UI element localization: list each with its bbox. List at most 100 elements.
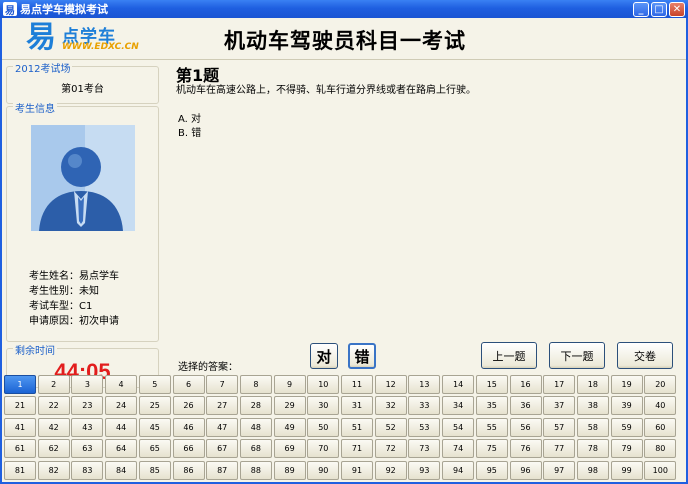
question-cell-47[interactable]: 47: [206, 417, 239, 437]
question-cell-83[interactable]: 83: [71, 460, 104, 480]
question-cell-45[interactable]: 45: [138, 417, 171, 437]
question-cell-69[interactable]: 69: [273, 439, 306, 459]
question-cell-9[interactable]: 9: [273, 375, 306, 394]
question-cell-73[interactable]: 73: [408, 439, 441, 459]
answer-false-button[interactable]: 错: [348, 343, 376, 369]
question-cell-99[interactable]: 99: [610, 460, 643, 480]
question-cell-50[interactable]: 50: [307, 417, 340, 437]
question-cell-71[interactable]: 71: [341, 439, 373, 459]
question-cell-98[interactable]: 98: [576, 460, 609, 480]
question-cell-58[interactable]: 58: [576, 417, 609, 437]
question-cell-55[interactable]: 55: [475, 417, 508, 437]
question-cell-95[interactable]: 95: [475, 460, 508, 480]
question-cell-14[interactable]: 14: [442, 375, 475, 394]
question-cell-46[interactable]: 46: [172, 417, 205, 437]
question-cell-90[interactable]: 90: [307, 460, 340, 480]
question-cell-88[interactable]: 88: [239, 460, 272, 480]
question-cell-74[interactable]: 74: [442, 439, 475, 459]
answer-true-button[interactable]: 对: [310, 343, 338, 369]
question-cell-56[interactable]: 56: [509, 417, 542, 437]
question-cell-67[interactable]: 67: [206, 439, 239, 459]
question-cell-87[interactable]: 87: [206, 460, 239, 480]
question-cell-77[interactable]: 77: [543, 439, 576, 459]
question-cell-54[interactable]: 54: [442, 417, 475, 437]
question-cell-92[interactable]: 92: [374, 460, 407, 480]
question-cell-26[interactable]: 26: [172, 396, 205, 416]
question-cell-35[interactable]: 35: [475, 396, 508, 416]
minimize-button[interactable]: _: [633, 1, 649, 17]
question-cell-13[interactable]: 13: [408, 375, 441, 394]
question-cell-33[interactable]: 33: [408, 396, 441, 416]
question-cell-76[interactable]: 76: [509, 439, 542, 459]
question-cell-53[interactable]: 53: [408, 417, 441, 437]
question-cell-30[interactable]: 30: [307, 396, 340, 416]
question-cell-57[interactable]: 57: [543, 417, 576, 437]
question-cell-31[interactable]: 31: [341, 396, 373, 416]
question-cell-84[interactable]: 84: [105, 460, 138, 480]
question-cell-15[interactable]: 15: [475, 375, 508, 394]
question-cell-97[interactable]: 97: [543, 460, 576, 480]
question-cell-17[interactable]: 17: [543, 375, 576, 394]
question-cell-94[interactable]: 94: [442, 460, 475, 480]
close-button[interactable]: ✕: [669, 1, 685, 17]
question-cell-39[interactable]: 39: [610, 396, 643, 416]
question-cell-96[interactable]: 96: [509, 460, 542, 480]
question-cell-93[interactable]: 93: [408, 460, 441, 480]
question-cell-20[interactable]: 20: [644, 375, 677, 394]
question-cell-10[interactable]: 10: [307, 375, 340, 394]
question-cell-34[interactable]: 34: [442, 396, 475, 416]
question-cell-61[interactable]: 61: [4, 439, 36, 459]
question-cell-2[interactable]: 2: [37, 375, 70, 394]
question-cell-19[interactable]: 19: [610, 375, 643, 394]
question-cell-36[interactable]: 36: [509, 396, 542, 416]
question-cell-4[interactable]: 4: [105, 375, 138, 394]
question-cell-80[interactable]: 80: [644, 439, 677, 459]
question-cell-85[interactable]: 85: [138, 460, 171, 480]
question-cell-43[interactable]: 43: [71, 417, 104, 437]
question-cell-28[interactable]: 28: [239, 396, 272, 416]
question-cell-24[interactable]: 24: [105, 396, 138, 416]
question-cell-78[interactable]: 78: [576, 439, 609, 459]
question-cell-81[interactable]: 81: [4, 460, 36, 480]
question-cell-89[interactable]: 89: [273, 460, 306, 480]
question-cell-63[interactable]: 63: [71, 439, 104, 459]
question-cell-60[interactable]: 60: [644, 417, 677, 437]
question-cell-32[interactable]: 32: [374, 396, 407, 416]
question-cell-38[interactable]: 38: [576, 396, 609, 416]
question-cell-1[interactable]: 1: [4, 375, 36, 394]
question-cell-86[interactable]: 86: [172, 460, 205, 480]
question-cell-51[interactable]: 51: [341, 417, 373, 437]
question-cell-7[interactable]: 7: [206, 375, 239, 394]
question-cell-18[interactable]: 18: [576, 375, 609, 394]
question-cell-42[interactable]: 42: [37, 417, 70, 437]
question-cell-44[interactable]: 44: [105, 417, 138, 437]
question-cell-37[interactable]: 37: [543, 396, 576, 416]
question-cell-8[interactable]: 8: [239, 375, 272, 394]
question-cell-70[interactable]: 70: [307, 439, 340, 459]
submit-exam-button[interactable]: 交卷: [617, 342, 673, 369]
question-cell-79[interactable]: 79: [610, 439, 643, 459]
question-cell-66[interactable]: 66: [172, 439, 205, 459]
question-cell-29[interactable]: 29: [273, 396, 306, 416]
question-cell-62[interactable]: 62: [37, 439, 70, 459]
question-cell-91[interactable]: 91: [341, 460, 373, 480]
question-cell-22[interactable]: 22: [37, 396, 70, 416]
question-cell-48[interactable]: 48: [239, 417, 272, 437]
next-question-button[interactable]: 下一题: [549, 342, 605, 369]
question-cell-27[interactable]: 27: [206, 396, 239, 416]
question-cell-5[interactable]: 5: [138, 375, 171, 394]
question-cell-65[interactable]: 65: [138, 439, 171, 459]
question-cell-3[interactable]: 3: [71, 375, 104, 394]
question-cell-6[interactable]: 6: [172, 375, 205, 394]
question-cell-72[interactable]: 72: [374, 439, 407, 459]
question-cell-11[interactable]: 11: [341, 375, 373, 394]
question-cell-23[interactable]: 23: [71, 396, 104, 416]
question-cell-12[interactable]: 12: [374, 375, 407, 394]
question-cell-100[interactable]: 100: [644, 460, 677, 480]
prev-question-button[interactable]: 上一题: [481, 342, 537, 369]
question-cell-40[interactable]: 40: [644, 396, 677, 416]
question-cell-68[interactable]: 68: [239, 439, 272, 459]
question-cell-16[interactable]: 16: [509, 375, 542, 394]
question-cell-59[interactable]: 59: [610, 417, 643, 437]
question-cell-52[interactable]: 52: [374, 417, 407, 437]
